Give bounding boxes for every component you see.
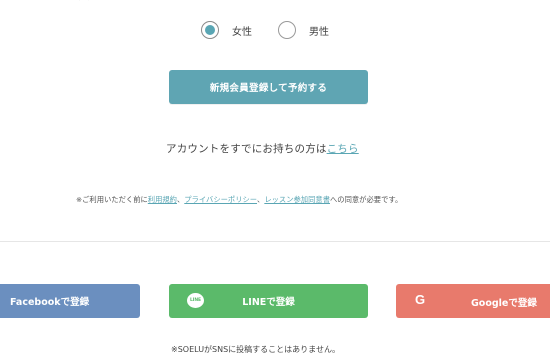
google-icon: G (415, 292, 426, 307)
consent-notice: ※ご利用いただく前に利用規約、プライバシーポリシー、レッスン参加同意書への同意が… (76, 195, 402, 205)
terms-link[interactable]: 利用規約 (148, 195, 177, 204)
line-register-button[interactable]: LINE LINEで登録 (169, 284, 368, 318)
line-icon-text: LINE (190, 298, 201, 303)
gender-female-label: 女性 (232, 26, 252, 38)
radio-female[interactable] (201, 21, 219, 39)
privacy-policy-link[interactable]: プライバシーポリシー (184, 195, 257, 204)
consent-prefix: ※ご利用いただく前に (76, 195, 148, 204)
line-icon: LINE (187, 293, 204, 308)
lesson-agreement-link[interactable]: レッスン参加同意書 (264, 195, 330, 204)
line-register-label: LINEで登録 (242, 297, 295, 308)
google-register-label: Googleで登録 (471, 298, 537, 309)
radio-selected-dot (205, 25, 215, 35)
radio-male[interactable] (278, 21, 296, 39)
google-register-button[interactable]: G Googleで登録 (396, 284, 550, 318)
gender-radio-group: 女性 男性 (0, 21, 550, 43)
facebook-register-button[interactable]: Facebookで登録 (0, 284, 140, 318)
gender-option-female[interactable]: 女性 (201, 21, 252, 39)
gender-option-male[interactable]: 男性 (278, 21, 329, 39)
register-and-book-button[interactable]: 新規会員登録して予約する (169, 70, 368, 104)
consent-suffix: への同意が必要です。 (330, 195, 403, 204)
existing-account-text: アカウントをすでにお持ちの方はこちら (166, 141, 359, 156)
login-link[interactable]: こちら (327, 143, 359, 155)
sns-posting-note: ※SOELUがSNSに投稿することはありません。 (171, 345, 340, 354)
gender-male-label: 男性 (309, 26, 329, 38)
facebook-register-label: Facebookで登録 (10, 297, 90, 308)
section-divider (0, 241, 550, 242)
cut-off-label: ー (78, 0, 91, 7)
existing-account-prefix: アカウントをすでにお持ちの方は (166, 143, 327, 155)
